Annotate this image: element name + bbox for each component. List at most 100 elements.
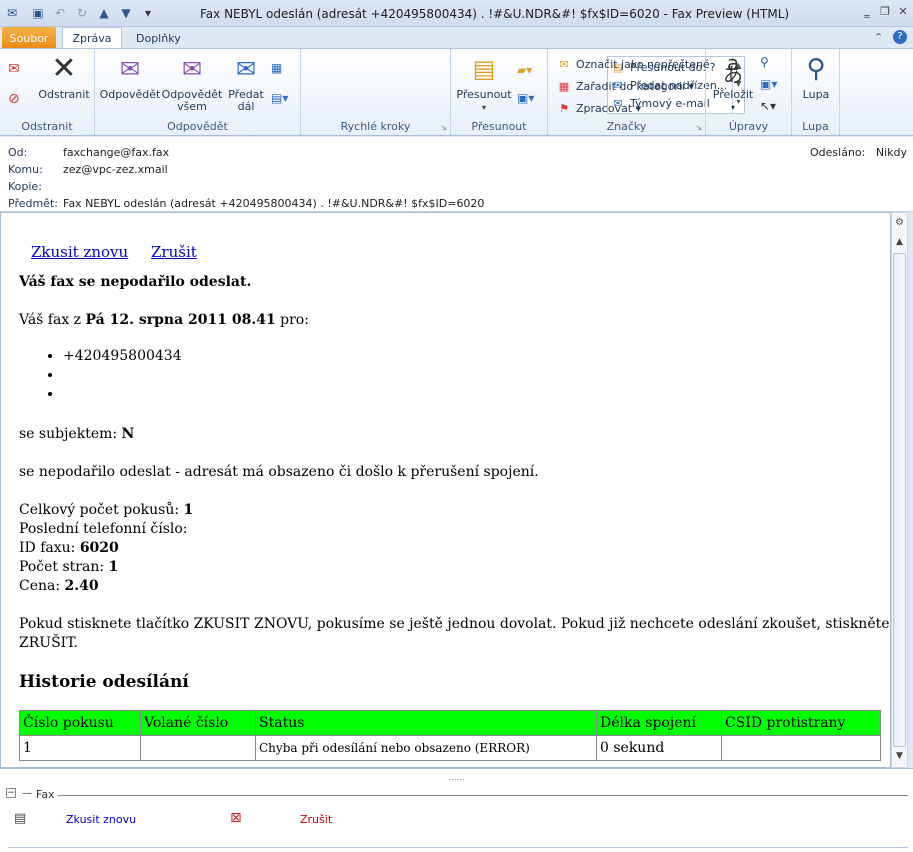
cc-label: Kopie: — [8, 180, 42, 193]
select-icon[interactable]: ↖▾ — [760, 99, 776, 113]
tab-file[interactable]: Soubor — [2, 27, 56, 49]
cancel-link[interactable]: Zrušit — [151, 243, 197, 261]
move-button[interactable]: ▤ Přesunout ▾ — [455, 53, 513, 114]
tags-dialog-launcher-icon[interactable]: ↘ — [695, 123, 702, 132]
delete-label: Odstranit — [38, 88, 90, 101]
pane-dash: — — [22, 788, 32, 799]
to-value[interactable]: zez@vpc-zez.xmail — [63, 163, 168, 176]
fax-retry-button[interactable]: Zkusit znovu — [66, 813, 136, 826]
scroll-down-icon[interactable]: ▼ — [893, 751, 906, 764]
fax-cancel-button[interactable]: Zrušit — [300, 813, 332, 826]
pane-splitter[interactable]: ⋯⋯ — [0, 775, 913, 784]
from-value[interactable]: faxchange@fax.fax — [63, 146, 169, 159]
followup-button[interactable]: ⚑ Zpracovat ▾ — [556, 99, 641, 117]
redo-icon[interactable]: ↻ — [74, 5, 90, 21]
fax-cancel-icon[interactable]: ⊠ — [230, 810, 242, 826]
mark-unread-button[interactable]: ✉ Označit jako nepřečtené — [556, 55, 709, 73]
forward-icon: ✉ — [235, 55, 257, 83]
forward-button[interactable]: ✉ Předat dál — [223, 53, 269, 113]
previous-item-icon[interactable]: ▲ — [96, 5, 112, 21]
scroll-settings-icon[interactable]: ⚙ — [893, 217, 906, 230]
actions-icon[interactable]: ▣▾ — [517, 91, 534, 105]
respond-group: ✉ Odpovědět ✉ Odpovědět všem ✉ Předat dá… — [95, 49, 301, 135]
pages-line: Počet stran: 1 — [19, 559, 118, 575]
related-icon[interactable]: ▣▾ — [760, 77, 777, 91]
respond-group-label: Odpovědět — [167, 120, 228, 133]
price-label: Cena: — [19, 578, 65, 594]
translate-label: Přeložit — [712, 88, 754, 101]
undo-icon[interactable]: ↶ — [52, 5, 68, 21]
ribbon: ✉ ⊘ ✕ Odstranit Odstranit ✉ Odpovědět ✉ … — [0, 48, 913, 136]
sent-row: Odesláno: Nikdy — [810, 146, 907, 162]
window-title: Fax NEBYL odeslán (adresát +420495800434… — [200, 7, 790, 21]
categorize-button[interactable]: ▦ Zařadit do kategorií ▾ — [556, 77, 694, 95]
more-respond-icon[interactable]: ▤▾ — [271, 91, 288, 105]
table-header-row: Číslo pokusu Volané číslo Status Délka s… — [19, 710, 881, 736]
scroll-thumb[interactable] — [893, 253, 906, 747]
history-table: Číslo pokusu Volané číslo Status Délka s… — [19, 710, 881, 761]
help-icon[interactable]: ? — [893, 30, 907, 44]
table-cell: 1 — [19, 735, 141, 761]
list-item — [63, 367, 182, 386]
instructions-line-2: ZRUŠIT. — [19, 635, 78, 651]
ignore-icon[interactable]: ✉ — [8, 61, 20, 77]
find-icon[interactable]: ⚲ — [760, 55, 769, 69]
column-header: Volané číslo — [140, 710, 256, 736]
rules-icon[interactable]: ▰▾ — [517, 63, 532, 77]
subject-label: Předmět: — [8, 197, 58, 210]
fax-from-prefix: Váš fax z — [19, 312, 86, 328]
cc-row: Kopie: — [8, 180, 63, 196]
sent-value: Nikdy — [875, 146, 907, 159]
to-row: Komu: zez@vpc-zez.xmail — [8, 163, 168, 179]
fax-date: Pá 12. srpna 2011 08.41 — [85, 312, 276, 328]
editing-group-label: Úpravy — [728, 120, 769, 133]
fax-document-icon[interactable]: ▤ — [14, 811, 26, 826]
retry-link[interactable]: Zkusit znovu — [31, 243, 128, 261]
tab-message[interactable]: Zpráva — [62, 27, 122, 49]
junk-icon[interactable]: ⊘ — [8, 91, 20, 107]
table-cell — [721, 735, 881, 761]
categorize-icon: ▦ — [558, 79, 570, 93]
scroll-up-icon[interactable]: ▲ — [893, 237, 906, 250]
minimize-ribbon-icon[interactable]: ⌃ — [874, 31, 883, 44]
meeting-icon[interactable]: ▦ — [271, 61, 282, 75]
magnifier-icon: ⚲ — [806, 54, 826, 84]
list-item: +420495800434 — [63, 348, 182, 367]
bottom-border — [8, 847, 908, 848]
customize-qat-icon[interactable]: ▾ — [140, 5, 156, 21]
attempts-value: 1 — [183, 502, 194, 518]
fax-id-value: 6020 — [79, 540, 119, 556]
reply-button[interactable]: ✉ Odpovědět — [99, 53, 161, 101]
failure-text: se nepodařilo odeslat - adresát má obsaz… — [19, 464, 539, 480]
quicksteps-group: ▤ Přesunout do: ? ✉ Předat nadřízen... ✉ Tý… — [301, 49, 745, 135]
delete-group-label: Odstranit — [21, 120, 73, 133]
title-bar: ✉ ▣ ↶ ↻ ▲ ▼ ▾ Fax NEBYL odeslán (adresát… — [0, 0, 913, 27]
dialog-launcher-icon[interactable]: ↘ — [440, 123, 447, 132]
sent-label: Odesláno: — [810, 146, 866, 159]
collapse-icon[interactable]: − — [6, 788, 16, 798]
attempts-label: Celkový počet pokusů: — [19, 502, 184, 518]
price-value: 2.40 — [64, 578, 99, 594]
mail-icon[interactable]: ✉ — [4, 5, 20, 21]
save-icon[interactable]: ▣ — [30, 5, 46, 21]
move-group-label: Přesunout — [471, 120, 527, 133]
table-cell: 0 sekund — [596, 735, 722, 761]
next-item-icon[interactable]: ▼ — [118, 5, 134, 21]
restore-icon[interactable]: ❐ — [876, 3, 894, 19]
table-cell — [140, 735, 256, 761]
quicksteps-group-label: Rychlé kroky — [340, 120, 411, 133]
translate-button[interactable]: aあ Přeložit ▾ — [710, 53, 756, 114]
vertical-scrollbar[interactable]: ⚙ ▲ ▼ — [891, 212, 908, 768]
reply-all-button[interactable]: ✉ Odpovědět všem — [161, 53, 223, 113]
subject-row: Předmět: Fax NEBYL odeslán (adresát +4204… — [8, 197, 484, 213]
forward-label-2: dál — [237, 100, 255, 113]
close-icon[interactable]: ✕ — [894, 3, 912, 19]
tab-addins[interactable]: Doplňky — [126, 27, 191, 49]
subject-prefix: se subjektem: — [19, 426, 122, 442]
recipient-list: +420495800434 — [63, 348, 182, 405]
zoom-button[interactable]: ⚲ Lupa — [794, 53, 838, 101]
pages-value: 1 — [108, 559, 119, 575]
instructions-line-1: Pokud stisknete tlačítko ZKUSIT ZNOVU, p… — [19, 616, 890, 632]
delete-button[interactable]: ✕ Odstranit — [36, 53, 92, 101]
minimize-icon[interactable]: ‗ — [858, 3, 876, 19]
